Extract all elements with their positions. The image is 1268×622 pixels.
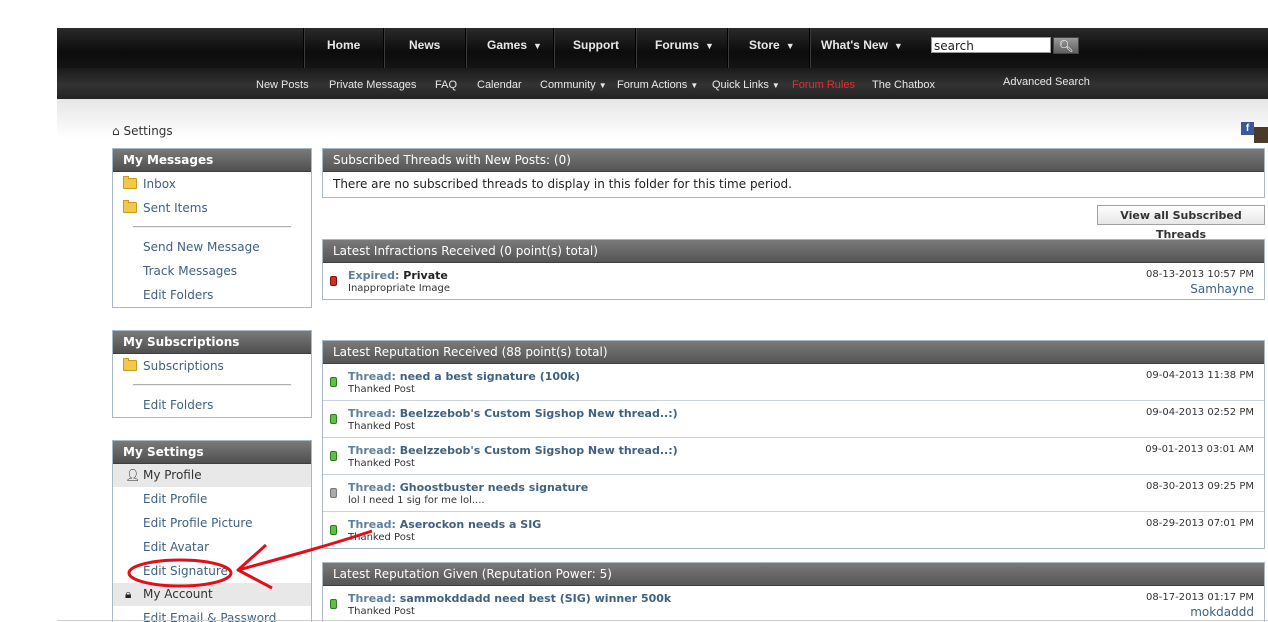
annotation-overlay bbox=[127, 529, 373, 590]
annotation-circle bbox=[127, 558, 233, 588]
